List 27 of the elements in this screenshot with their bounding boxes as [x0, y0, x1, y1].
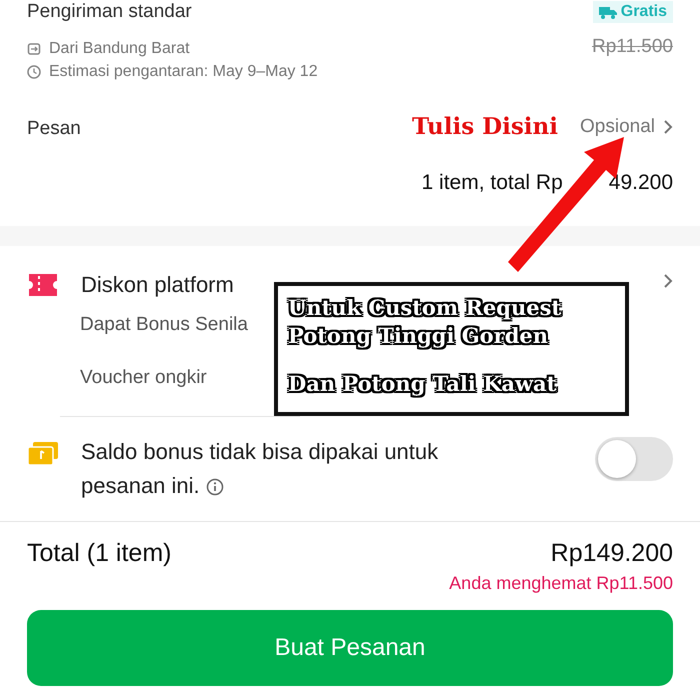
- message-field[interactable]: Opsional: [580, 116, 673, 138]
- annotation-note: Untuk Custom Request Potong Tinggi Gorden Dan Potong Tali Kawat: [274, 282, 629, 416]
- bonus-card-icon: [27, 441, 59, 467]
- delivery-estimate: Estimasi pengantaran: May 9–May 12: [49, 63, 318, 81]
- free-shipping-badge: Gratis: [592, 1, 673, 23]
- savings-text: Anda menghemat Rp11.500: [449, 572, 673, 594]
- message-label: Pesan: [27, 118, 81, 140]
- store-icon: [27, 42, 41, 56]
- shipping-origin: Dari Bandung Barat: [49, 40, 190, 58]
- chevron-right-icon: [663, 118, 673, 134]
- order-summary-amount: 49.200: [608, 171, 673, 195]
- discount-row-label: Dapat Bonus Senila: [79, 314, 248, 336]
- platform-discount-title: Diskon platform: [81, 272, 234, 298]
- info-icon: [206, 478, 224, 496]
- bonus-notice: Saldo bonus tidak bisa dipakai untuk pesanan ini.: [81, 438, 440, 500]
- chevron-right-icon: [663, 273, 673, 289]
- ticket-icon: [27, 272, 59, 298]
- total-amount: Rp149.200: [550, 539, 673, 568]
- shipping-method: Pengiriman standar: [27, 1, 192, 23]
- clock-icon: [27, 65, 41, 79]
- discount-row-label: Voucher ongkir: [79, 366, 207, 388]
- bonus-toggle[interactable]: [595, 437, 673, 481]
- callout-label: Tulis Disini: [412, 113, 558, 140]
- place-order-button[interactable]: Buat Pesanan: [27, 610, 673, 686]
- total-label: Total (1 item): [27, 539, 172, 568]
- order-summary: 1 item, total Rp: [422, 171, 563, 195]
- original-shipping-price: Rp11.500: [592, 36, 673, 58]
